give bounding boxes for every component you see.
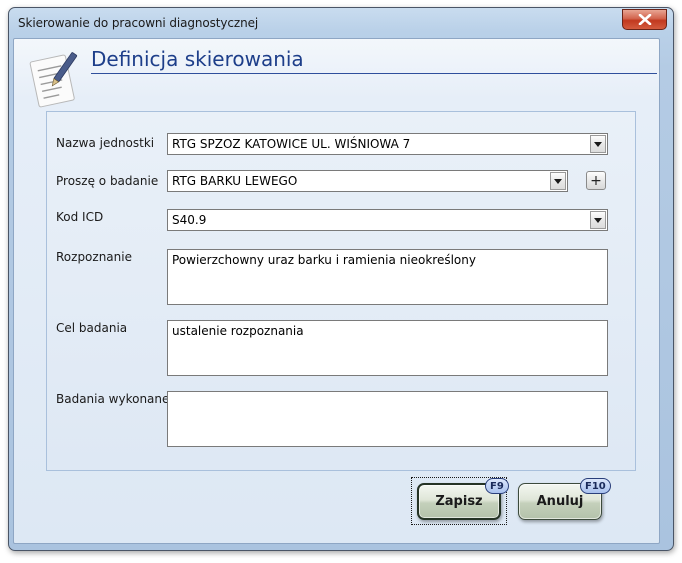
save-shortcut-badge: F9 bbox=[485, 478, 509, 494]
purpose-label: Cel badania bbox=[56, 321, 128, 335]
exam-select[interactable]: RTG BARKU LEWEGO bbox=[167, 170, 568, 192]
diagnosis-label: Rozpoznanie bbox=[56, 250, 132, 264]
exam-value: RTG BARKU LEWEGO bbox=[172, 174, 298, 188]
chevron-down-icon bbox=[594, 217, 602, 223]
page-title: Definicja skierowania bbox=[91, 47, 304, 71]
unit-label: Nazwa jednostki bbox=[56, 136, 155, 150]
exam-label: Proszę o badanie bbox=[56, 174, 159, 188]
chevron-down-icon bbox=[554, 178, 562, 184]
close-button[interactable] bbox=[622, 9, 667, 30]
unit-dropdown-button[interactable] bbox=[590, 135, 606, 153]
cancel-shortcut-badge: F10 bbox=[580, 478, 611, 494]
unit-select[interactable]: RTG SPZOZ KATOWICE UL. WIŚNIOWA 7 bbox=[167, 133, 608, 155]
icd-label: Kod ICD bbox=[56, 210, 104, 224]
performed-label: Badania wykonane bbox=[56, 392, 170, 406]
clipboard-pen-icon bbox=[29, 52, 78, 108]
add-exam-button[interactable]: + bbox=[586, 171, 606, 190]
header-divider bbox=[91, 73, 657, 74]
purpose-field[interactable]: ustalenie rozpoznania bbox=[167, 320, 608, 376]
title-bar[interactable]: Skierowanie do pracowni diagnostycznej bbox=[9, 8, 673, 36]
chevron-down-icon bbox=[594, 141, 602, 147]
icd-select[interactable]: S40.9 bbox=[167, 209, 608, 231]
window-title: Skierowanie do pracowni diagnostycznej bbox=[18, 16, 259, 30]
diagnosis-field[interactable]: Powierzchowny uraz barku i ramienia nieo… bbox=[167, 249, 608, 305]
icd-value: S40.9 bbox=[172, 213, 207, 227]
exam-dropdown-button[interactable] bbox=[550, 172, 566, 190]
performed-field[interactable] bbox=[167, 391, 608, 447]
icd-dropdown-button[interactable] bbox=[590, 211, 606, 229]
unit-value: RTG SPZOZ KATOWICE UL. WIŚNIOWA 7 bbox=[172, 137, 411, 151]
close-icon bbox=[638, 14, 651, 25]
